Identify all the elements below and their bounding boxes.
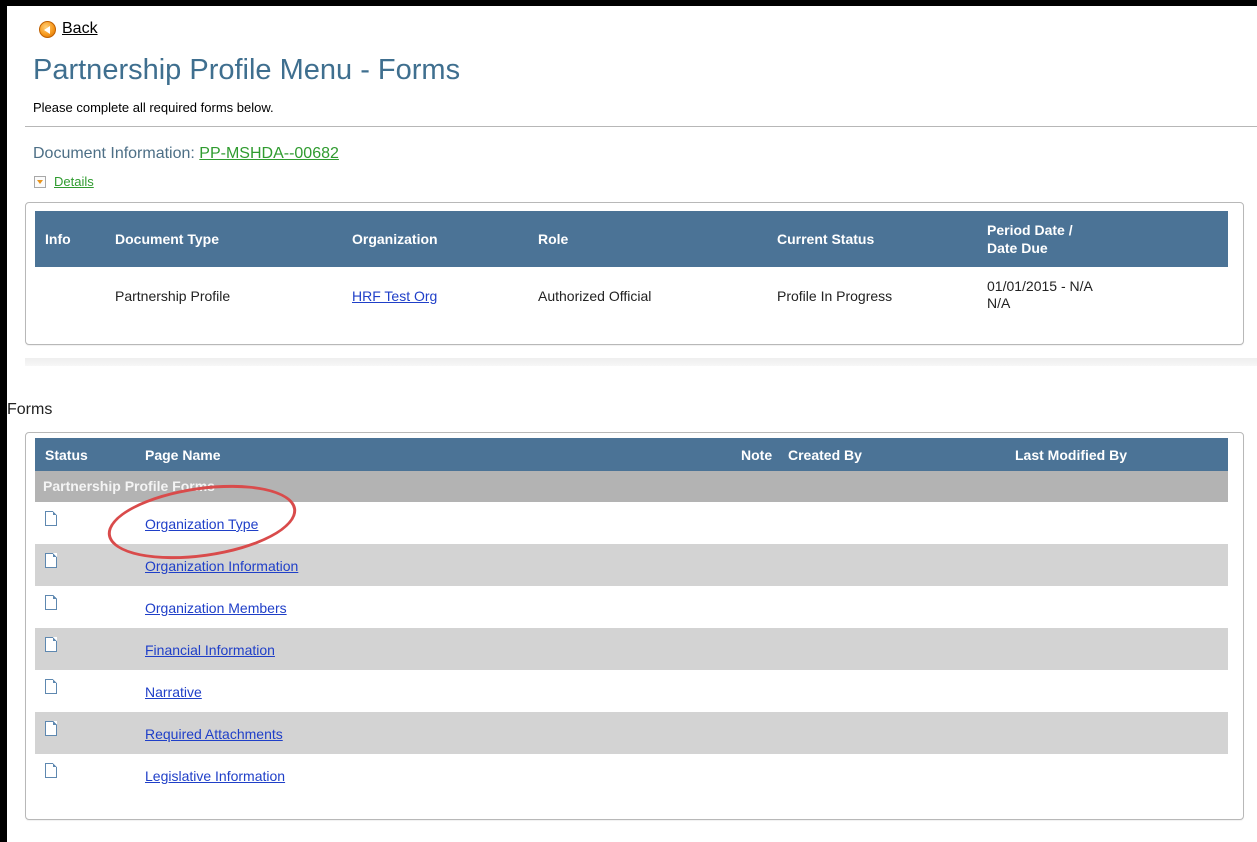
chevron-down-icon[interactable]: [34, 175, 46, 188]
forms-group-label: Partnership Profile Forms: [43, 478, 215, 494]
list-item: Organization Information: [35, 544, 1228, 586]
document-icon: [45, 721, 57, 736]
list-item: Narrative: [35, 670, 1228, 712]
details-link[interactable]: Details: [54, 174, 94, 189]
document-icon: [45, 553, 57, 568]
document-icon: [45, 511, 57, 526]
document-icon: [45, 637, 57, 652]
col-document-type: Document Type: [115, 231, 219, 247]
date-due-value: N/A: [987, 295, 1011, 311]
document-type-value: Partnership Profile: [115, 288, 231, 304]
document-information-label: Document Information:: [33, 145, 200, 162]
form-link-organization-information[interactable]: Organization Information: [145, 558, 298, 574]
table-row: Partnership Profile HRF Test Org Authori…: [35, 267, 1228, 327]
back-arrow-icon[interactable]: [39, 20, 56, 38]
col-info: Info: [45, 231, 71, 247]
form-link-organization-members[interactable]: Organization Members: [145, 600, 287, 616]
forms-table-header: Status Page Name Note Created By Last Mo…: [35, 438, 1228, 471]
col-status: Status: [45, 447, 88, 463]
col-created-by: Created By: [788, 447, 862, 463]
frame-border-left: [0, 0, 7, 842]
col-page-name: Page Name: [145, 447, 221, 463]
col-organization: Organization: [352, 231, 438, 247]
form-link-organization-type[interactable]: Organization Type: [145, 516, 258, 532]
col-last-modified-by: Last Modified By: [1015, 447, 1128, 463]
document-table-header: Info Document Type Organization Role Cur…: [35, 211, 1228, 267]
list-item: Required Attachments: [35, 712, 1228, 754]
back-nav[interactable]: Back: [39, 20, 98, 38]
document-id-link[interactable]: PP-MSHDA--00682: [199, 145, 339, 162]
frame-border-top: [0, 0, 1257, 6]
document-information: Document Information: PP-MSHDA--00682: [33, 145, 339, 163]
list-item: Organization Type: [35, 502, 1228, 544]
role-value: Authorized Official: [538, 288, 652, 304]
forms-group-header: Partnership Profile Forms: [35, 471, 1228, 502]
details-toggle-row[interactable]: Details: [34, 174, 94, 189]
col-note: Note: [741, 447, 773, 463]
document-icon: [45, 679, 57, 694]
forms-section-title: Forms: [7, 401, 53, 418]
col-date-due: Date Due: [987, 240, 1048, 256]
section-divider: [25, 358, 1257, 366]
back-link[interactable]: Back: [62, 20, 98, 38]
status-value: Profile In Progress: [777, 288, 893, 304]
list-item: Legislative Information: [35, 754, 1228, 796]
forms-panel: Status Page Name Note Created By Last Mo…: [25, 432, 1244, 820]
organization-link[interactable]: HRF Test Org: [352, 288, 437, 304]
col-current-status: Current Status: [777, 231, 875, 247]
form-link-required-attachments[interactable]: Required Attachments: [145, 726, 283, 742]
form-link-narrative[interactable]: Narrative: [145, 684, 202, 700]
col-role: Role: [538, 231, 569, 247]
page-subtitle: Please complete all required forms below…: [33, 100, 274, 115]
form-link-financial-information[interactable]: Financial Information: [145, 642, 275, 658]
period-date-value: 01/01/2015 - N/A: [987, 278, 1093, 294]
list-item: Financial Information: [35, 628, 1228, 670]
divider: [25, 126, 1257, 127]
page-title: Partnership Profile Menu - Forms: [33, 54, 461, 86]
document-icon: [45, 595, 57, 610]
document-icon: [45, 763, 57, 778]
list-item: Organization Members: [35, 586, 1228, 628]
col-period-date: Period Date /: [987, 222, 1073, 238]
form-link-legislative-information[interactable]: Legislative Information: [145, 768, 285, 784]
document-panel: Info Document Type Organization Role Cur…: [25, 202, 1244, 345]
